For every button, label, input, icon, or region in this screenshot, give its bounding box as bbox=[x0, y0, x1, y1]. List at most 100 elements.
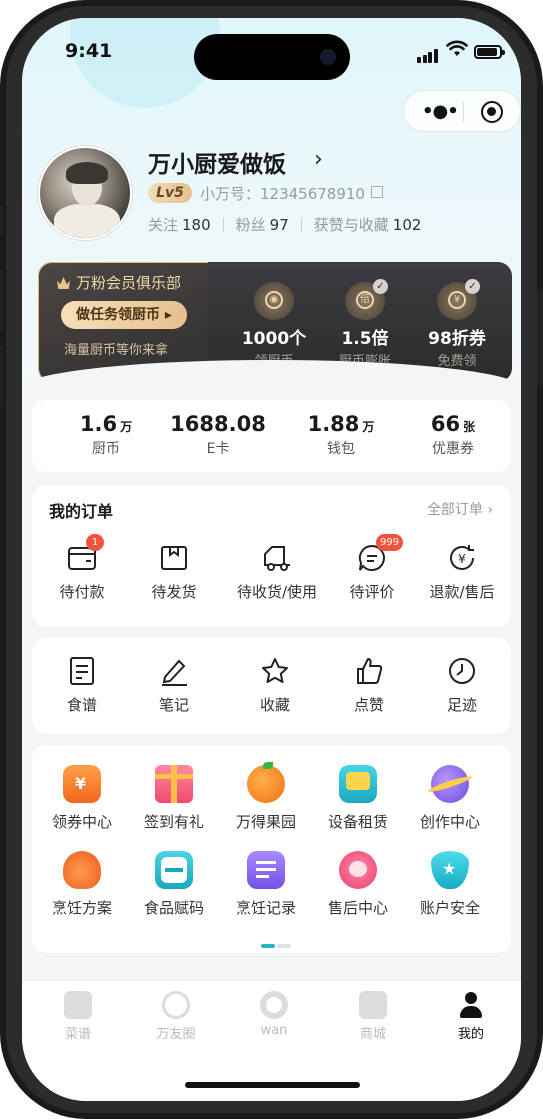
chevron-right-icon[interactable]: › bbox=[314, 147, 323, 172]
tool-recipes[interactable]: 食谱 bbox=[36, 656, 128, 715]
tab-community[interactable]: 万友圈 bbox=[141, 991, 211, 1042]
service-label: 烹饪方案 bbox=[51, 899, 112, 917]
recipe-icon bbox=[67, 656, 97, 686]
screen: 9:41 •●• 万小厨爱做饭 › Lv5 小万号：12345678910 关注… bbox=[22, 18, 521, 1101]
tab-recipes[interactable]: 菜谱 bbox=[43, 991, 113, 1042]
service-coupon-center[interactable]: ¥ 领券中心 bbox=[36, 765, 128, 832]
service-account-security[interactable]: ★ 账户安全 bbox=[404, 851, 496, 918]
service-food-code[interactable]: 食品赋码 bbox=[128, 851, 220, 918]
fans-label: 粉丝 bbox=[235, 216, 266, 234]
wallet-value: 1.6 万 bbox=[56, 412, 156, 436]
vip-benefit-value: 98折券 bbox=[428, 329, 486, 349]
swirl-icon bbox=[162, 991, 190, 1019]
username[interactable]: 万小厨爱做饭 bbox=[148, 145, 286, 179]
vip-benefit-coins[interactable]: ◉ 1000个 领厨币 bbox=[234, 282, 314, 369]
wallet-item-coins[interactable]: 1.6 万 厨币 bbox=[56, 412, 156, 458]
multiplier-icon: 倍 ✓ bbox=[345, 279, 388, 320]
bag-icon bbox=[359, 991, 387, 1019]
truck-icon bbox=[262, 543, 292, 573]
status-bar: 9:41 bbox=[22, 18, 521, 88]
more-icon[interactable]: •●• bbox=[422, 101, 459, 122]
camera-icon bbox=[320, 49, 336, 65]
wifi-icon bbox=[446, 40, 468, 56]
service-cooking-plan[interactable]: 烹饪方案 bbox=[36, 851, 128, 918]
service-orchard[interactable]: 万得果园 bbox=[220, 762, 312, 832]
wallet-label: 优惠券 bbox=[432, 441, 474, 457]
service-label: 设备租赁 bbox=[327, 813, 388, 831]
social-stats: 关注 180 粉丝 97 获赞与收藏 102 bbox=[148, 214, 421, 235]
service-creator[interactable]: 创作中心 bbox=[404, 765, 496, 832]
tool-notes[interactable]: 笔记 bbox=[128, 656, 220, 715]
service-checkin[interactable]: 签到有礼 bbox=[128, 765, 220, 832]
stat-divider bbox=[300, 218, 302, 232]
badge-count: 1 bbox=[86, 534, 104, 551]
phone-frame: 9:41 •●• 万小厨爱做饭 › Lv5 小万号：12345678910 关注… bbox=[0, 0, 543, 1119]
wan-logo-icon bbox=[260, 991, 288, 1019]
vip-benefit-glyph: ◉ bbox=[265, 291, 283, 309]
wallet-card: 1.6 万 厨币 1688.08 E卡 1.88 万 钱包 66 张 优惠券 bbox=[32, 400, 511, 472]
service-after-sales[interactable]: 售后中心 bbox=[312, 851, 404, 918]
order-pending-receipt[interactable]: 待收货/使用 bbox=[225, 543, 329, 602]
planet-icon bbox=[427, 765, 473, 803]
qr-code-icon[interactable] bbox=[371, 186, 383, 198]
service-label: 创作中心 bbox=[419, 813, 480, 831]
tab-label: 我的 bbox=[457, 1027, 484, 1042]
orders-title: 我的订单 bbox=[49, 502, 114, 521]
fans-count: 97 bbox=[269, 216, 289, 234]
service-rental[interactable]: 设备租赁 bbox=[312, 765, 404, 832]
wallet-label: 厨币 bbox=[92, 441, 120, 457]
signal-icon bbox=[417, 44, 439, 63]
tab-mall[interactable]: 商城 bbox=[338, 991, 408, 1042]
order-label: 待评价 bbox=[349, 583, 395, 601]
headset-icon bbox=[339, 851, 377, 889]
tool-history[interactable]: 足迹 bbox=[416, 656, 508, 715]
follow-label: 关注 bbox=[148, 216, 179, 234]
wallet-item-ecard[interactable]: 1688.08 E卡 bbox=[168, 412, 268, 458]
vip-club-subtitle: 海量厨币等你来拿 bbox=[64, 343, 169, 358]
order-pending-review[interactable]: 999 待评价 bbox=[326, 534, 418, 602]
status-time: 9:41 bbox=[65, 40, 113, 62]
wallet-label: 钱包 bbox=[327, 441, 355, 457]
wallet-number: 1.6 bbox=[79, 412, 118, 436]
vip-benefit-coupon[interactable]: ¥ ✓ 98折券 免费领 bbox=[417, 279, 497, 369]
home-indicator[interactable] bbox=[185, 1082, 360, 1088]
tab-mine[interactable]: 我的 bbox=[436, 991, 506, 1042]
wallet-item-wallet[interactable]: 1.88 万 钱包 bbox=[291, 412, 391, 458]
wallet-value: 1688.08 bbox=[168, 412, 268, 436]
record-icon bbox=[247, 851, 285, 889]
wallet-label: E卡 bbox=[206, 441, 230, 457]
service-label: 烹饪记录 bbox=[235, 899, 296, 917]
tools-card: 食谱 笔记 收藏 点赞 足迹 bbox=[32, 638, 511, 734]
vip-benefit-multiplier[interactable]: 倍✓ 1.5倍 厨币膨胀 bbox=[325, 279, 405, 369]
wallet-item-coupons[interactable]: 66 张 优惠券 bbox=[403, 412, 503, 458]
follow-stat[interactable]: 关注 180 bbox=[148, 216, 211, 234]
order-pending-shipment[interactable]: 待发货 bbox=[128, 543, 220, 602]
earn-coins-button[interactable]: 做任务领厨币 ▸ bbox=[61, 301, 187, 329]
refund-icon: ¥ bbox=[447, 543, 477, 573]
wallet-unit: 万 bbox=[362, 420, 375, 434]
badge-count: 999 bbox=[376, 534, 404, 551]
thumbs-up-icon bbox=[354, 656, 384, 686]
service-cooking-record[interactable]: 烹饪记录 bbox=[220, 851, 312, 918]
vip-benefit-value: 1.5倍 bbox=[341, 329, 389, 349]
tool-likes[interactable]: 点赞 bbox=[323, 656, 415, 715]
volume-down-button bbox=[0, 346, 3, 408]
miniprogram-capsule: •●• bbox=[403, 90, 521, 132]
tool-label: 食谱 bbox=[66, 696, 97, 714]
vip-benefit-value: 1000个 bbox=[241, 329, 307, 349]
tool-favorites[interactable]: 收藏 bbox=[229, 656, 321, 715]
check-icon: ✓ bbox=[373, 279, 388, 294]
shield-icon: ★ bbox=[431, 851, 469, 889]
wallet-number: 1.88 bbox=[307, 412, 360, 436]
close-miniprogram-icon[interactable] bbox=[481, 101, 503, 123]
service-label: 万得果园 bbox=[235, 813, 296, 831]
avatar[interactable] bbox=[38, 146, 132, 240]
order-refund[interactable]: ¥ 退款/售后 bbox=[416, 543, 508, 602]
tab-wan[interactable]: wan bbox=[239, 991, 309, 1038]
all-orders-link[interactable]: 全部订单 › bbox=[427, 499, 493, 519]
gift-icon bbox=[155, 765, 193, 803]
wallet-number: 66 bbox=[430, 412, 461, 436]
order-pending-payment[interactable]: 1 待付款 bbox=[36, 534, 128, 602]
likes-stat[interactable]: 获赞与收藏 102 bbox=[314, 216, 422, 234]
fans-stat[interactable]: 粉丝 97 bbox=[236, 216, 289, 234]
